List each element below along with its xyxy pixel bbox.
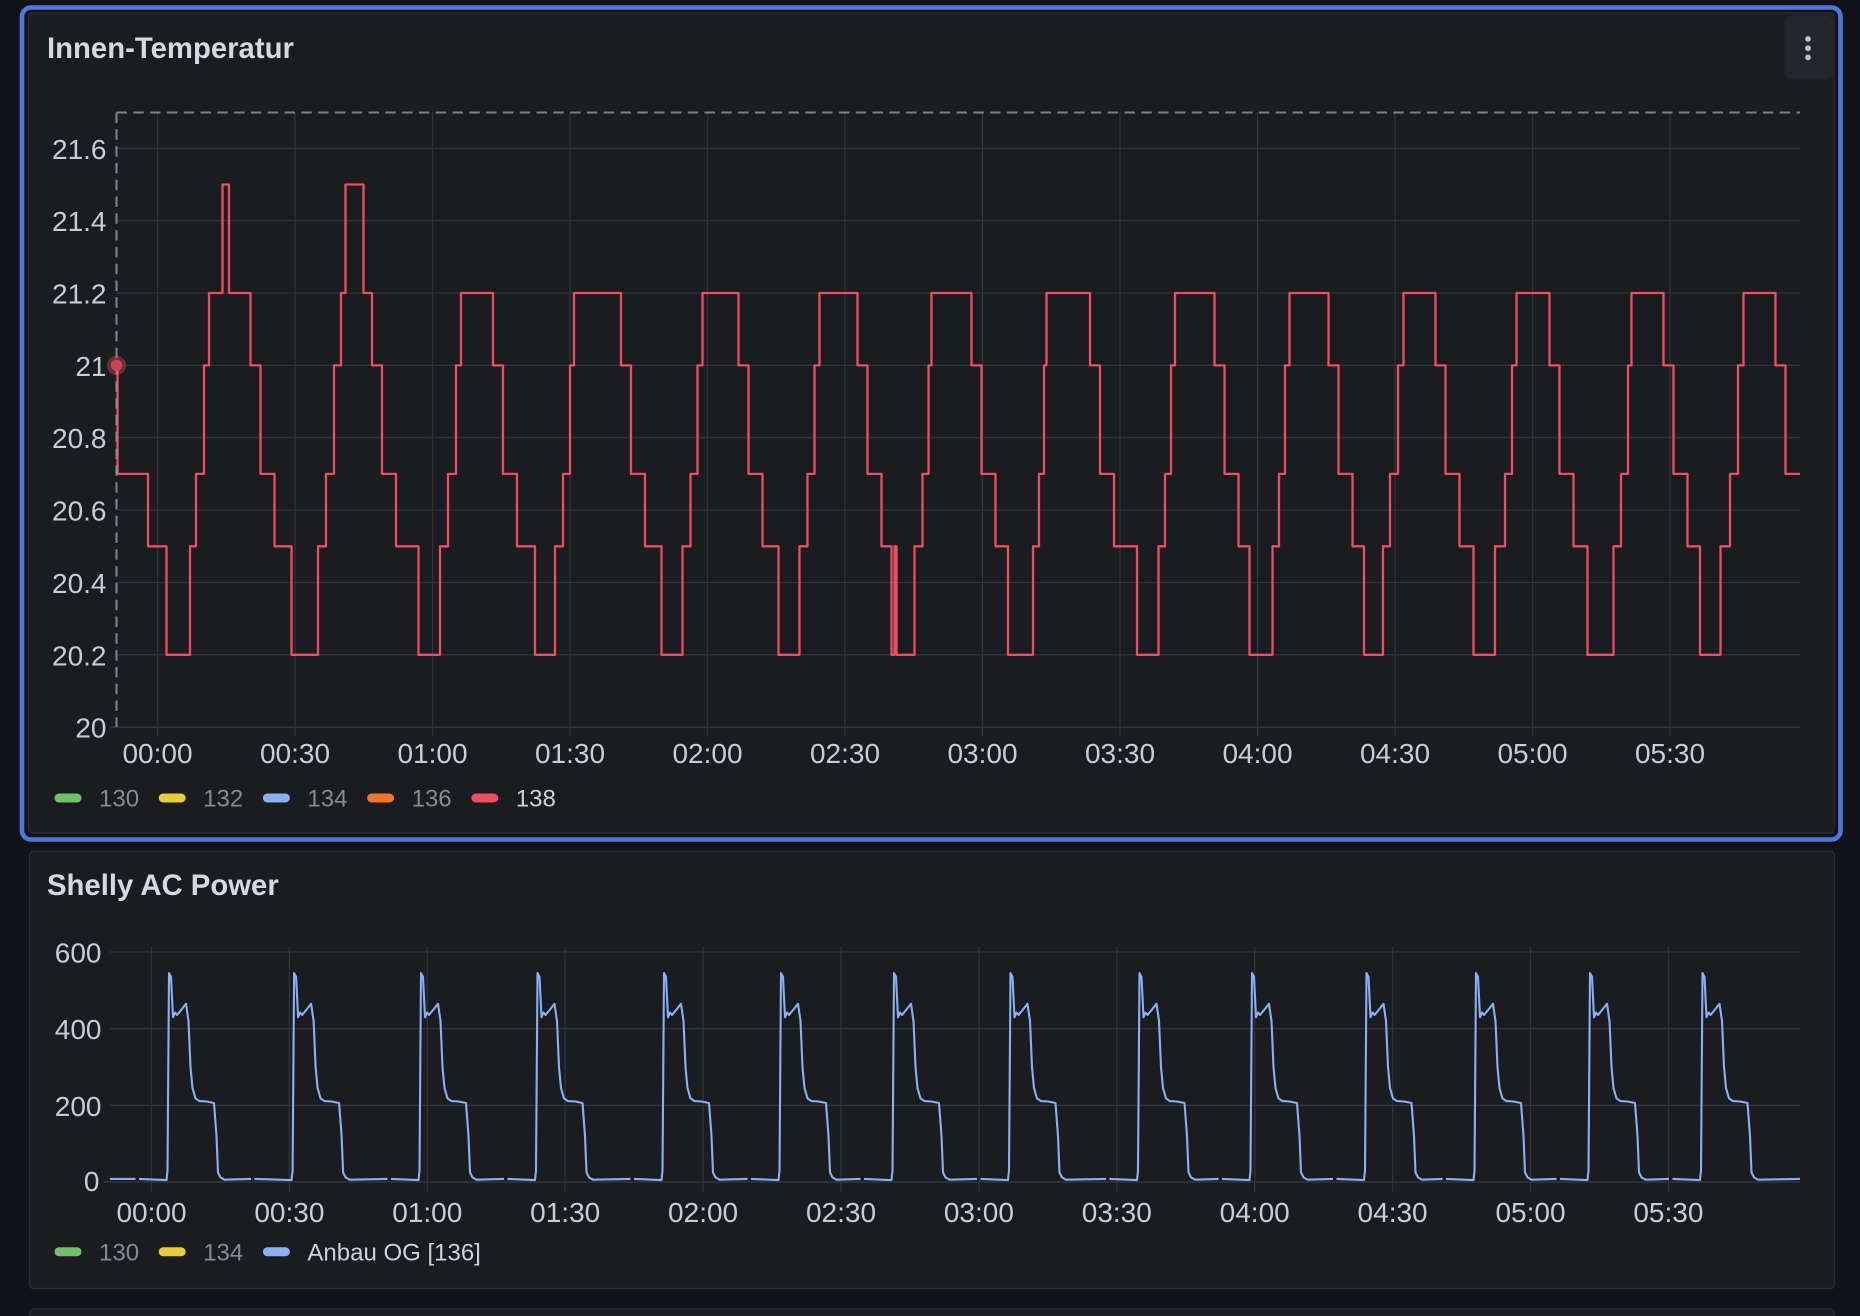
svg-text:04:30: 04:30 [1358, 1197, 1428, 1228]
svg-text:21: 21 [75, 351, 106, 382]
svg-text:134: 134 [203, 1240, 243, 1267]
svg-text:Innen-Temperatur: Innen-Temperatur [47, 32, 294, 65]
svg-text:05:00: 05:00 [1497, 738, 1567, 769]
svg-text:04:00: 04:00 [1220, 1197, 1290, 1228]
svg-text:134: 134 [307, 786, 347, 813]
svg-text:Shelly AC Power: Shelly AC Power [47, 869, 279, 902]
svg-text:05:30: 05:30 [1633, 1197, 1703, 1228]
svg-text:400: 400 [55, 1014, 102, 1045]
svg-text:Anbau OG [136]: Anbau OG [136] [307, 1240, 480, 1267]
svg-text:00:30: 00:30 [254, 1197, 324, 1228]
svg-text:03:00: 03:00 [947, 738, 1017, 769]
svg-text:21.4: 21.4 [52, 206, 107, 237]
svg-text:20.2: 20.2 [52, 640, 107, 671]
svg-text:138: 138 [516, 786, 556, 813]
svg-text:05:00: 05:00 [1495, 1197, 1565, 1228]
svg-text:00:00: 00:00 [116, 1197, 186, 1228]
svg-text:00:00: 00:00 [122, 738, 192, 769]
svg-text:05:30: 05:30 [1635, 738, 1705, 769]
svg-text:04:00: 04:00 [1222, 738, 1292, 769]
svg-text:21.2: 21.2 [52, 279, 107, 310]
svg-text:02:00: 02:00 [668, 1197, 738, 1228]
svg-text:136: 136 [412, 786, 452, 813]
svg-text:03:00: 03:00 [944, 1197, 1014, 1228]
svg-text:21.6: 21.6 [52, 134, 107, 165]
svg-text:04:30: 04:30 [1360, 738, 1430, 769]
svg-text:20.8: 20.8 [52, 423, 107, 454]
svg-text:00:30: 00:30 [260, 738, 330, 769]
svg-text:02:30: 02:30 [806, 1197, 876, 1228]
svg-text:02:00: 02:00 [672, 738, 742, 769]
svg-text:20.4: 20.4 [52, 568, 107, 599]
svg-text:200: 200 [55, 1091, 102, 1122]
svg-text:01:00: 01:00 [392, 1197, 462, 1228]
svg-text:600: 600 [55, 938, 102, 969]
svg-text:20.6: 20.6 [52, 496, 107, 527]
svg-text:0: 0 [84, 1166, 100, 1197]
svg-text:03:30: 03:30 [1082, 1197, 1152, 1228]
svg-text:132: 132 [203, 786, 243, 813]
svg-text:20: 20 [75, 713, 106, 744]
svg-text:01:30: 01:30 [535, 738, 605, 769]
svg-text:03:30: 03:30 [1085, 738, 1155, 769]
svg-text:01:30: 01:30 [530, 1197, 600, 1228]
svg-text:02:30: 02:30 [810, 738, 880, 769]
svg-text:01:00: 01:00 [397, 738, 467, 769]
svg-text:130: 130 [99, 786, 139, 813]
svg-text:130: 130 [99, 1240, 139, 1267]
